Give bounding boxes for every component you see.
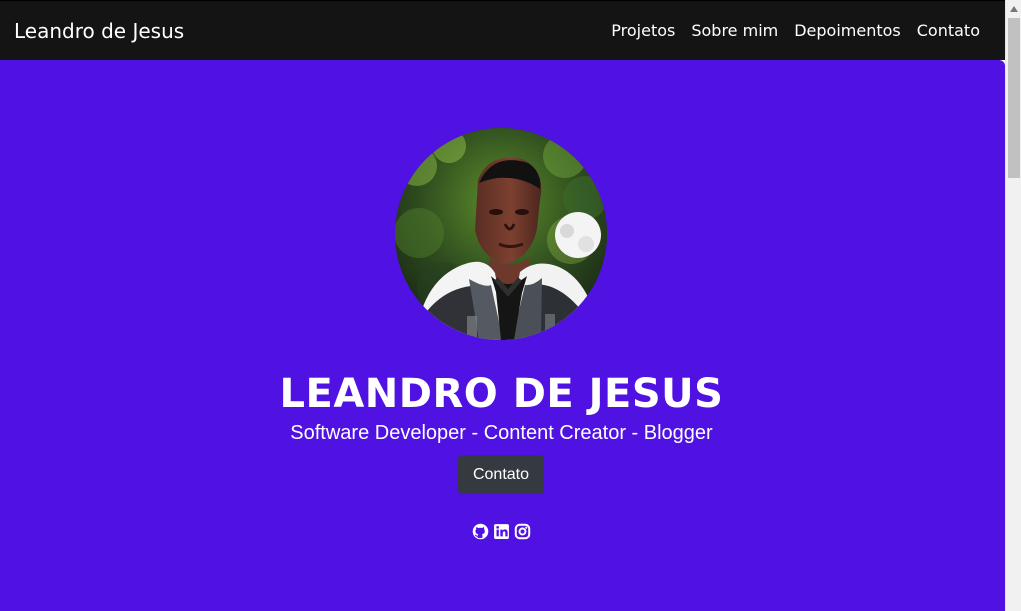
brand-link[interactable]: Leandro de Jesus [14,19,184,43]
hero-title: LEANDRO DE JESUS [279,370,724,417]
contact-button[interactable]: Contato [458,455,544,494]
scroll-up-arrow-icon[interactable] [1010,6,1018,12]
nav-link-projetos[interactable]: Projetos [611,20,675,42]
top-navbar: Leandro de Jesus Projetos Sobre mim Depo… [0,0,1005,60]
profile-photo [395,128,607,340]
nav-link-contato[interactable]: Contato [917,20,980,42]
linkedin-icon[interactable] [493,523,510,540]
hero-subtitle: Software Developer - Content Creator - B… [290,422,713,444]
nav-link-sobre-mim[interactable]: Sobre mim [691,20,778,42]
vertical-scrollbar[interactable] [1005,0,1021,611]
github-icon[interactable] [472,523,489,540]
portfolio-page: Leandro de Jesus Projetos Sobre mim Depo… [0,0,1021,611]
nav-link-depoimentos[interactable]: Depoimentos [794,20,901,42]
scroll-thumb[interactable] [1008,18,1020,178]
social-links [472,523,531,541]
instagram-icon[interactable] [514,523,531,540]
hero-section: LEANDRO DE JESUS Software Developer - Co… [0,60,1005,611]
browser-viewport: Leandro de Jesus Projetos Sobre mim Depo… [0,0,1005,611]
nav-links: Projetos Sobre mim Depoimentos Contato [611,20,980,42]
